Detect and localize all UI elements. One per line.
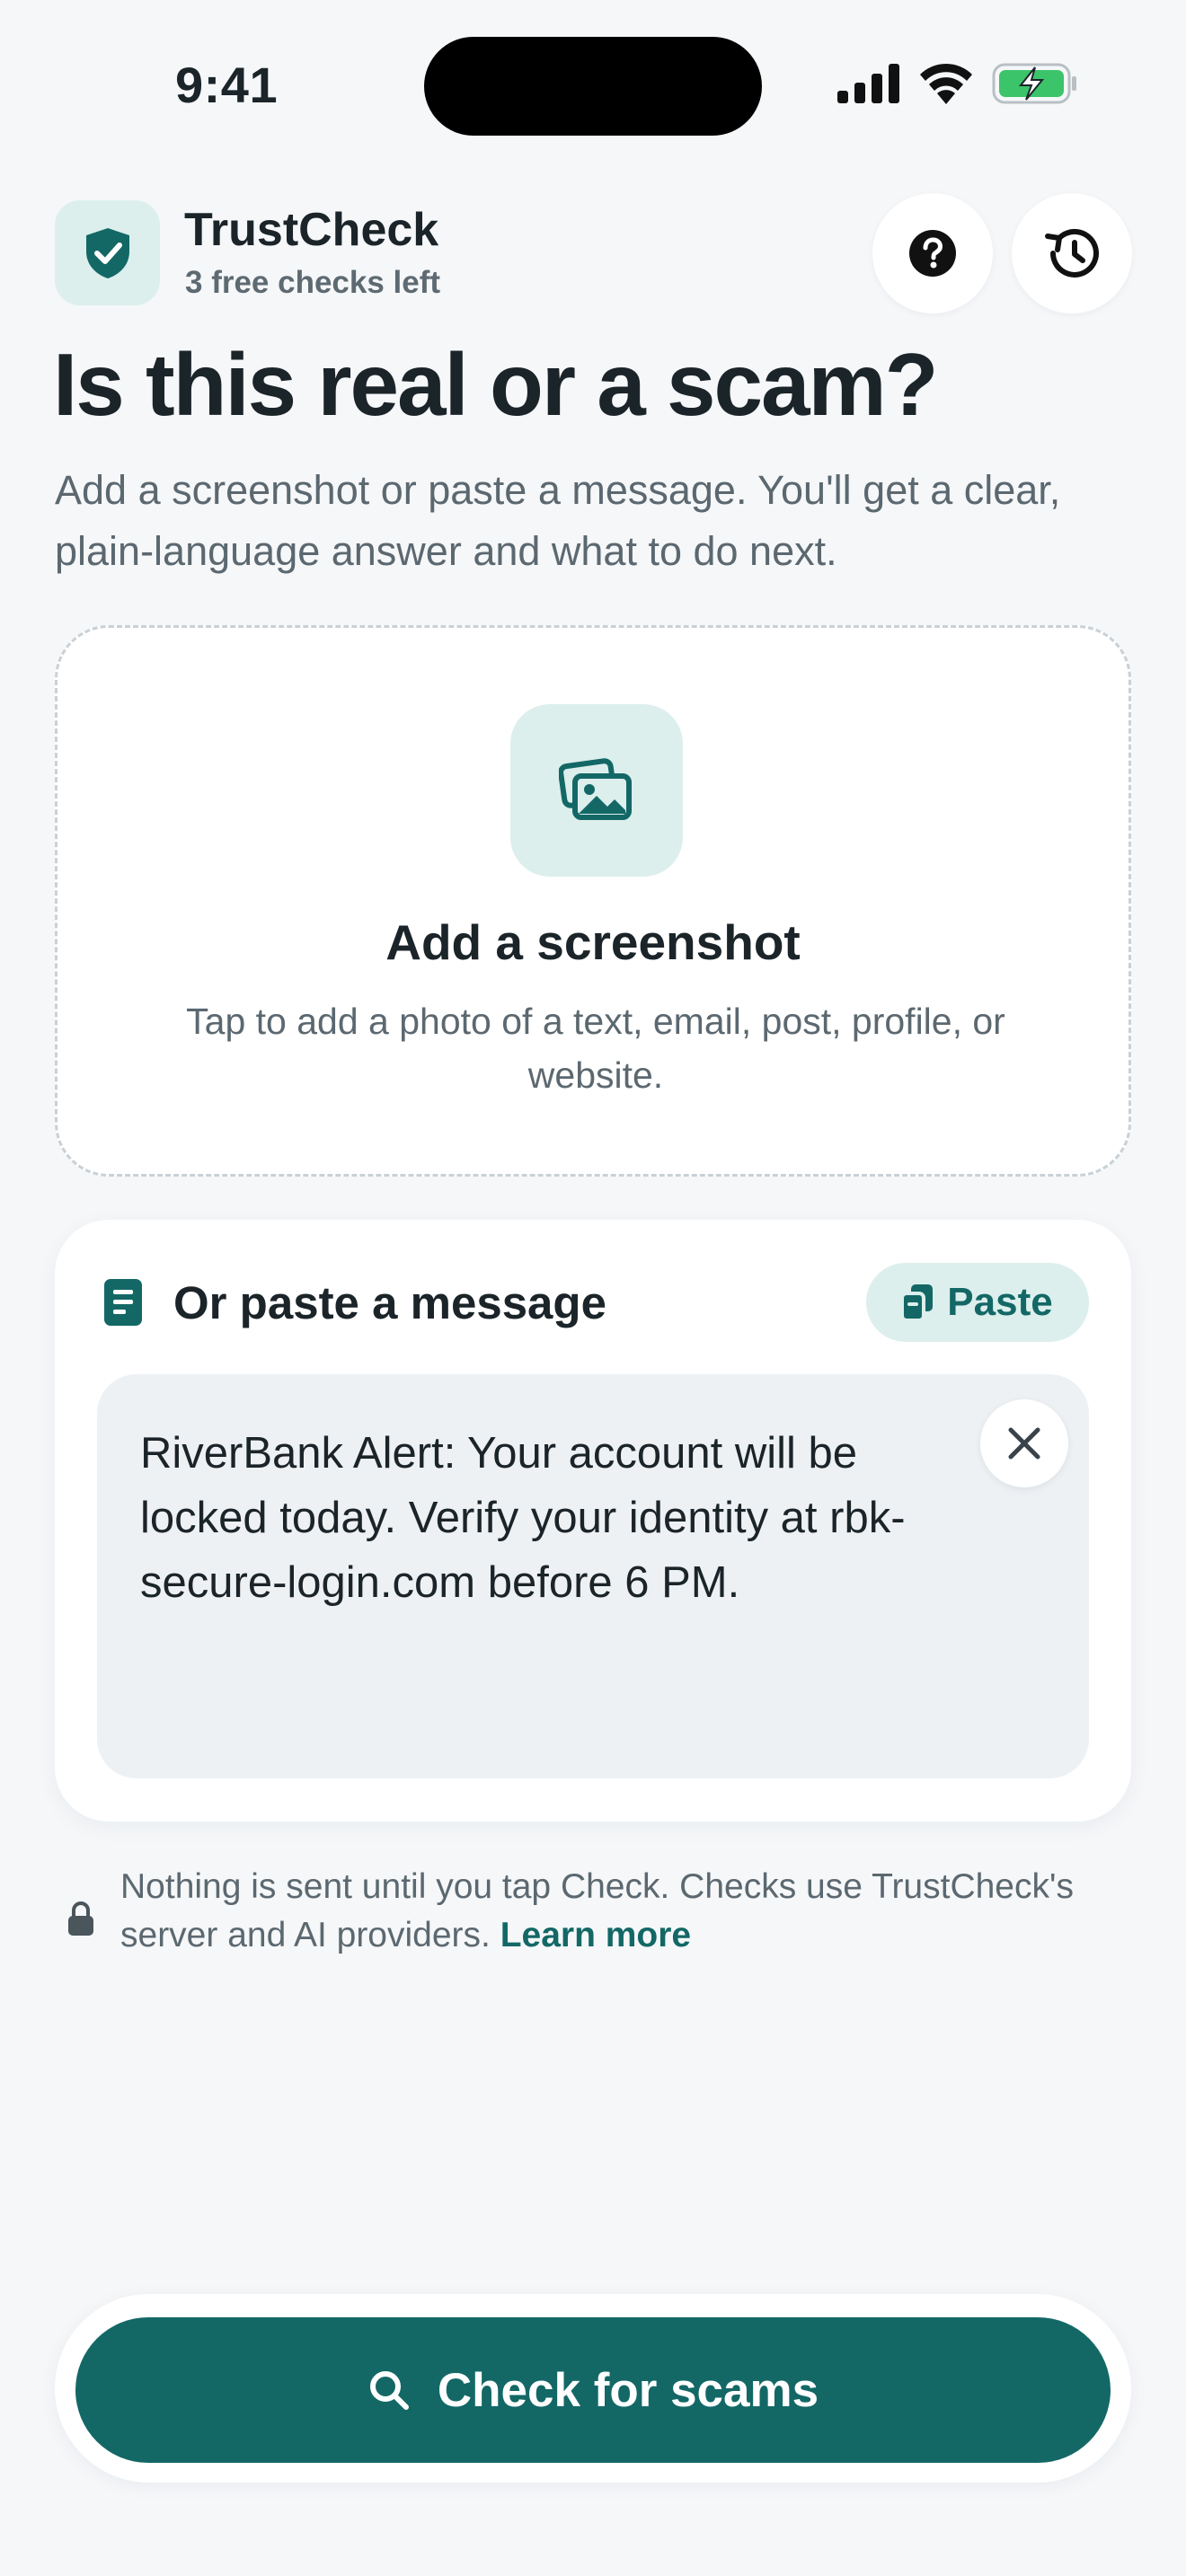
status-time: 9:41 (175, 57, 279, 113)
page-title: Is this real or a scam? (53, 335, 938, 434)
history-clock-icon (1045, 228, 1099, 278)
search-icon (369, 2371, 409, 2410)
paste-button[interactable]: Paste (866, 1263, 1089, 1342)
check-for-scams-button[interactable]: Check for scams (75, 2317, 1111, 2463)
dynamic-island (424, 37, 762, 136)
privacy-note: Nothing is sent until you tap Check. Che… (66, 1863, 1109, 1960)
privacy-text: Nothing is sent until you tap Check. Che… (120, 1863, 1109, 1960)
message-input[interactable]: RiverBank Alert: Your account will be lo… (97, 1374, 1089, 1778)
shield-check-icon (85, 227, 129, 278)
cellular-signal-icon (837, 64, 899, 103)
free-checks-remaining: 3 free checks left (185, 265, 441, 300)
paste-button-label: Paste (947, 1280, 1053, 1324)
clipboard-paste-icon (902, 1284, 934, 1320)
paste-title: Or paste a message (173, 1277, 606, 1328)
photos-icon (559, 758, 632, 820)
app-name: TrustCheck (184, 204, 439, 256)
clear-message-button[interactable] (980, 1399, 1068, 1487)
help-button[interactable] (872, 193, 993, 313)
intro-text: Add a screenshot or paste a message. You… (55, 467, 1061, 574)
learn-more-link[interactable]: Learn more (500, 1916, 691, 1954)
question-circle-icon (909, 230, 956, 277)
wifi-icon (920, 63, 972, 104)
history-button[interactable] (1012, 193, 1132, 313)
check-button-label: Check for scams (437, 2363, 819, 2417)
app-logo (55, 200, 160, 305)
lock-icon (68, 1901, 93, 1936)
close-icon (1008, 1427, 1040, 1460)
add-screenshot-card[interactable]: Add a screenshot Tap to add a photo of a… (55, 625, 1131, 1177)
status-indicators (837, 63, 1078, 104)
upload-title: Add a screenshot (385, 914, 801, 970)
upload-description: Tap to add a photo of a text, email, pos… (186, 1001, 1005, 1096)
upload-icon-tile (510, 704, 683, 877)
document-icon (104, 1279, 142, 1326)
battery-charging-icon (992, 63, 1076, 104)
screen: 9:41 TrustCheck 3 free checks left Is th… (0, 0, 1186, 2576)
paste-message-card: Or paste a message Paste RiverBank Alert… (55, 1220, 1131, 1822)
message-text[interactable]: RiverBank Alert: Your account will be lo… (140, 1421, 967, 1615)
